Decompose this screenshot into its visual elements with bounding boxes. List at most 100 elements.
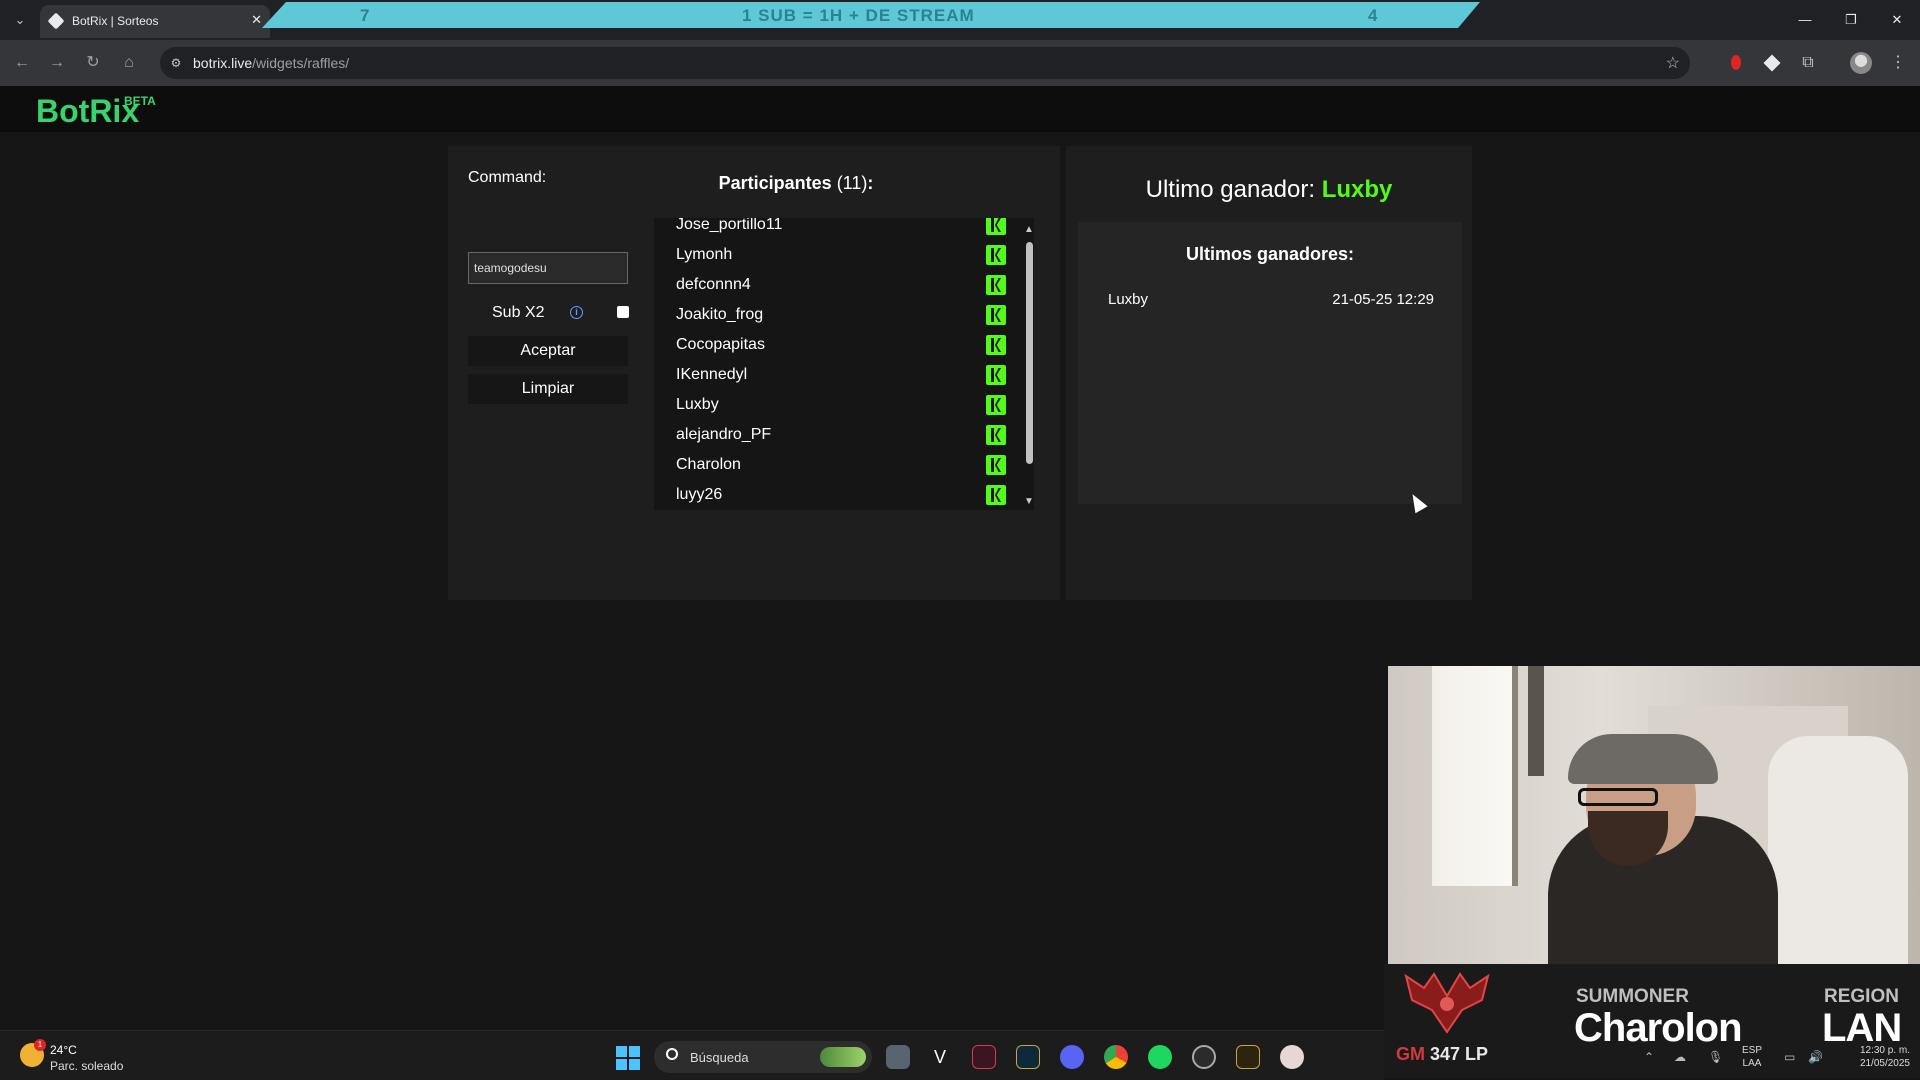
banner-left-number: 7	[360, 6, 371, 25]
tab-search-button[interactable]: ⌄	[10, 10, 30, 30]
region-label: REGION	[1824, 986, 1899, 1007]
site-info-icon[interactable]: ⚙	[168, 55, 184, 71]
winners-history-title: Ultimos ganadores:	[1185, 244, 1355, 264]
participants-list[interactable]: Jose_portillo11 Lymonh defconnn4 Joakito_fr…	[654, 218, 1034, 510]
sub-x2-label: Sub X2	[492, 304, 545, 321]
participant-name: luyy26	[676, 486, 723, 503]
participant-row: luyy26	[654, 480, 1014, 510]
kick-icon	[986, 275, 1006, 295]
browser-tab[interactable]: BotRix | Sorteos ✕	[40, 5, 270, 38]
summoner-label: SUMMONER	[1576, 986, 1689, 1007]
browser-tab-strip: ⌄ BotRix | Sorteos ✕ 7 1 SUB = 1H + DE S…	[0, 0, 1920, 40]
browser-menu-icon[interactable]: ⋮	[1890, 52, 1906, 72]
webcam-background-pole	[1528, 666, 1544, 776]
extensions-puzzle-icon[interactable]: ⧉	[1798, 53, 1818, 73]
kick-icon	[986, 245, 1006, 265]
task-view-icon[interactable]	[886, 1045, 910, 1069]
browser-toolbar: ← → ↻ ⌂ ⚙ botrix.live/widgets/raffles/ ☆…	[0, 40, 1920, 86]
participant-name: Charolon	[676, 456, 741, 473]
url-text: botrix.live/widgets/raffles/	[193, 55, 350, 71]
webcam-feed	[1388, 666, 1920, 964]
kick-icon	[986, 218, 1006, 235]
kick-icon	[986, 305, 1006, 325]
winners-panel: Ultimo ganador: Luxby Ultimos ganadores:…	[1066, 146, 1472, 600]
raffle-panel: Command: Sub X2 i Aceptar Limpiar Partic…	[448, 146, 1060, 600]
participant-row: Jose_portillo11	[654, 218, 1014, 240]
chrome-icon[interactable]	[1104, 1045, 1128, 1069]
info-icon[interactable]: i	[570, 306, 583, 319]
sub-x2-row: Sub X2 i	[468, 302, 629, 324]
streamlabs-icon[interactable]	[1280, 1045, 1304, 1069]
obs-icon[interactable]	[1192, 1045, 1216, 1069]
volume-icon[interactable]: 🔊	[1808, 1050, 1823, 1064]
clear-button[interactable]: Limpiar	[468, 374, 628, 404]
bookmark-star-icon[interactable]: ☆	[1666, 53, 1680, 73]
forward-icon[interactable]: →	[46, 52, 68, 74]
command-input[interactable]	[468, 252, 628, 284]
winner-date: 21-05-25 12:29	[1332, 291, 1434, 308]
tab-title: BotRix | Sorteos	[72, 14, 159, 28]
search-placeholder: Búsqueda	[690, 1050, 749, 1065]
tab-close-icon[interactable]: ✕	[251, 12, 262, 28]
last-winner-heading: Ultimo ganador: Luxby	[1145, 176, 1393, 203]
participant-row: IKennedyl	[654, 360, 1014, 390]
winner-name: Luxby	[1108, 291, 1149, 308]
banner-text: 1 SUB = 1H + DE STREAM	[742, 6, 975, 25]
discord-icon[interactable]	[1060, 1045, 1084, 1069]
vivaldi-icon[interactable]: V	[928, 1045, 952, 1069]
restore-icon[interactable]: ❐	[1828, 0, 1874, 40]
minimize-icon[interactable]: —	[1782, 0, 1828, 40]
scroll-up-arrow-icon[interactable]: ▲	[1024, 224, 1034, 235]
back-icon[interactable]: ←	[11, 52, 33, 74]
reload-icon[interactable]: ↻	[82, 52, 104, 74]
riot-client-icon[interactable]	[1236, 1045, 1260, 1069]
scrollbar-thumb[interactable]	[1026, 242, 1033, 464]
grandmaster-emblem-icon	[1404, 972, 1490, 1034]
windows-start-icon[interactable]	[616, 1046, 640, 1070]
home-icon[interactable]: ⌂	[118, 52, 140, 74]
league-client-icon[interactable]	[1016, 1045, 1040, 1069]
extension-red-icon[interactable]	[1726, 53, 1746, 73]
tray-mic-icon[interactable]: 🎙	[1708, 1050, 1723, 1064]
spotify-icon[interactable]	[1148, 1045, 1172, 1069]
sub-x2-checkbox[interactable]	[617, 306, 629, 318]
participants-title: Participantes (11):	[718, 173, 874, 193]
extension-diamond-icon[interactable]	[1762, 53, 1782, 73]
language-indicator[interactable]: ESP LAA	[1742, 1044, 1762, 1070]
participant-row: Luxby	[654, 390, 1014, 420]
search-icon	[666, 1048, 678, 1060]
taskbar-search[interactable]: Búsqueda	[654, 1041, 872, 1073]
profile-avatar[interactable]	[1850, 52, 1872, 74]
participant-name: Jose_portillo11	[676, 218, 783, 233]
kick-icon	[986, 365, 1006, 385]
network-icon[interactable]: ▭	[1784, 1050, 1795, 1064]
webcam-window-light	[1432, 666, 1518, 886]
weather-temperature[interactable]: 24°C	[50, 1043, 77, 1057]
winner-row: Luxby 21-05-25 12:29	[1108, 288, 1434, 310]
stream-goal-banner: 7 1 SUB = 1H + DE STREAM 4	[262, 2, 1480, 28]
close-window-icon[interactable]: ✕	[1874, 0, 1920, 40]
participant-name: Luxby	[676, 396, 719, 413]
valorant-icon[interactable]	[972, 1045, 996, 1069]
kick-icon	[986, 395, 1006, 415]
search-highlight-art	[820, 1047, 866, 1067]
kick-icon	[986, 335, 1006, 355]
accept-button[interactable]: Aceptar	[468, 336, 628, 366]
clock[interactable]: 12:30 p. m. 21/05/2025	[1836, 1044, 1910, 1070]
weather-description[interactable]: Parc. soleado	[50, 1059, 123, 1073]
banner-right-number: 4	[1368, 6, 1379, 25]
webcam-person-glasses	[1578, 788, 1658, 806]
participant-name: IKennedyl	[676, 366, 748, 383]
windows-taskbar: 1 24°C Parc. soleado Búsqueda V	[0, 1030, 1384, 1080]
tray-cloud-icon[interactable]: ☁	[1674, 1050, 1686, 1064]
tray-chevron-icon[interactable]: ⌃	[1644, 1050, 1654, 1064]
participant-name: Cocopapitas	[676, 336, 765, 353]
participant-row: Joakito_frog	[654, 300, 1014, 330]
participant-row: defconnn4	[654, 270, 1014, 300]
kick-icon	[986, 455, 1006, 475]
scroll-down-arrow-icon[interactable]: ▼	[1024, 496, 1034, 507]
address-bar[interactable]: ⚙ botrix.live/widgets/raffles/ ☆	[160, 47, 1690, 79]
participant-name: Joakito_frog	[676, 306, 764, 323]
participant-row: Charolon	[654, 450, 1014, 480]
participant-name: defconnn4	[676, 276, 751, 293]
